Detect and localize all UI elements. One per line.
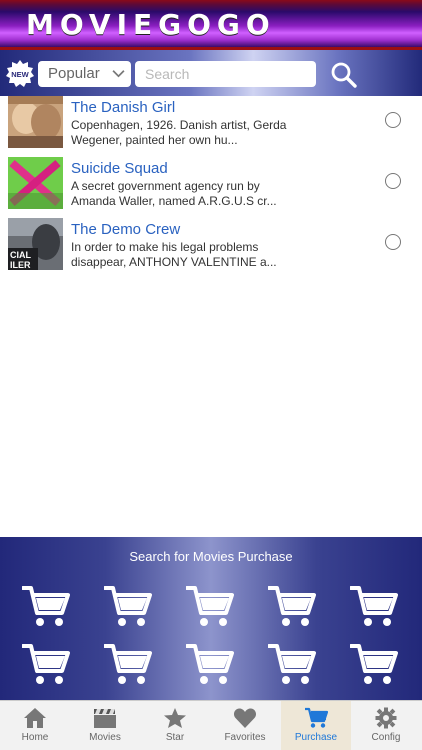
svg-text:CIAL: CIAL <box>10 250 31 260</box>
movie-poster: CIAL ILER <box>8 218 63 270</box>
sort-select[interactable]: Popular <box>38 61 131 87</box>
shopping-cart-icon[interactable] <box>22 585 70 629</box>
shopping-cart-icon[interactable] <box>350 643 398 687</box>
home-icon <box>24 708 46 728</box>
chevron-down-icon <box>112 70 125 78</box>
shopping-cart-icon <box>305 707 328 728</box>
gear-icon <box>375 707 397 729</box>
tab-label: Purchase <box>294 732 338 743</box>
purchase-panel-title: Search for Movies Purchase <box>129 549 293 564</box>
star-icon <box>164 708 186 728</box>
badge-text: NEW <box>11 70 29 79</box>
movie-description: Copenhagen, 1926. Danish artist, Gerda W… <box>71 118 287 147</box>
heart-icon <box>233 708 257 728</box>
tab-movies[interactable]: Movies <box>70 701 140 750</box>
movie-title[interactable]: The Danish Girl <box>71 99 175 116</box>
shopping-cart-icon[interactable] <box>104 585 152 629</box>
movie-description: In order to make his legal problems disa… <box>71 240 277 269</box>
app-logo: MOVIEGOGO <box>26 8 276 41</box>
shopping-cart-icon[interactable] <box>350 585 398 629</box>
tab-label: Home <box>21 732 49 743</box>
tab-config[interactable]: Config <box>351 701 421 750</box>
tab-purchase[interactable]: Purchase <box>281 701 351 750</box>
movie-poster <box>8 96 63 148</box>
shopping-cart-icon[interactable] <box>186 585 234 629</box>
select-radio[interactable] <box>385 112 401 128</box>
sort-select-value: Popular <box>48 65 100 82</box>
tab-home[interactable]: Home <box>0 701 70 750</box>
shopping-cart-icon[interactable] <box>268 643 316 687</box>
movie-poster <box>8 157 63 209</box>
purchase-panel: Search for Movies Purchase <box>0 537 422 700</box>
toolbar: NEW Popular <box>0 50 422 96</box>
shopping-cart-icon[interactable] <box>104 643 152 687</box>
select-radio[interactable] <box>385 234 401 250</box>
search-input[interactable] <box>135 61 316 87</box>
movie-title[interactable]: The Demo Crew <box>71 221 180 238</box>
list-item[interactable]: CIAL ILER The Demo Crew In order to make… <box>0 218 422 276</box>
tab-star[interactable]: Star <box>140 701 210 750</box>
select-radio[interactable] <box>385 173 401 189</box>
tab-label: Config <box>371 732 401 743</box>
tab-label: Favorites <box>224 732 266 743</box>
movie-description: A secret government agency run by Amanda… <box>71 179 277 208</box>
movie-title[interactable]: Suicide Squad <box>71 160 168 177</box>
tab-bar: Home Movies Star Favorites Purchase Conf… <box>0 700 422 750</box>
tab-favorites[interactable]: Favorites <box>210 701 280 750</box>
shopping-cart-icon[interactable] <box>268 585 316 629</box>
list-item[interactable]: The Danish Girl Copenhagen, 1926. Danish… <box>0 96 422 154</box>
tab-label: Movies <box>89 732 121 743</box>
tab-label: Star <box>165 732 185 743</box>
shopping-cart-icon[interactable] <box>186 643 234 687</box>
svg-text:ILER: ILER <box>10 260 31 270</box>
app-header: MOVIEGOGO <box>0 0 422 50</box>
shopping-cart-icon[interactable] <box>22 643 70 687</box>
search-icon[interactable] <box>330 61 358 89</box>
clapperboard-icon <box>94 709 116 728</box>
new-badge-icon[interactable]: NEW <box>5 59 35 89</box>
list-item[interactable]: Suicide Squad A secret government agency… <box>0 157 422 215</box>
